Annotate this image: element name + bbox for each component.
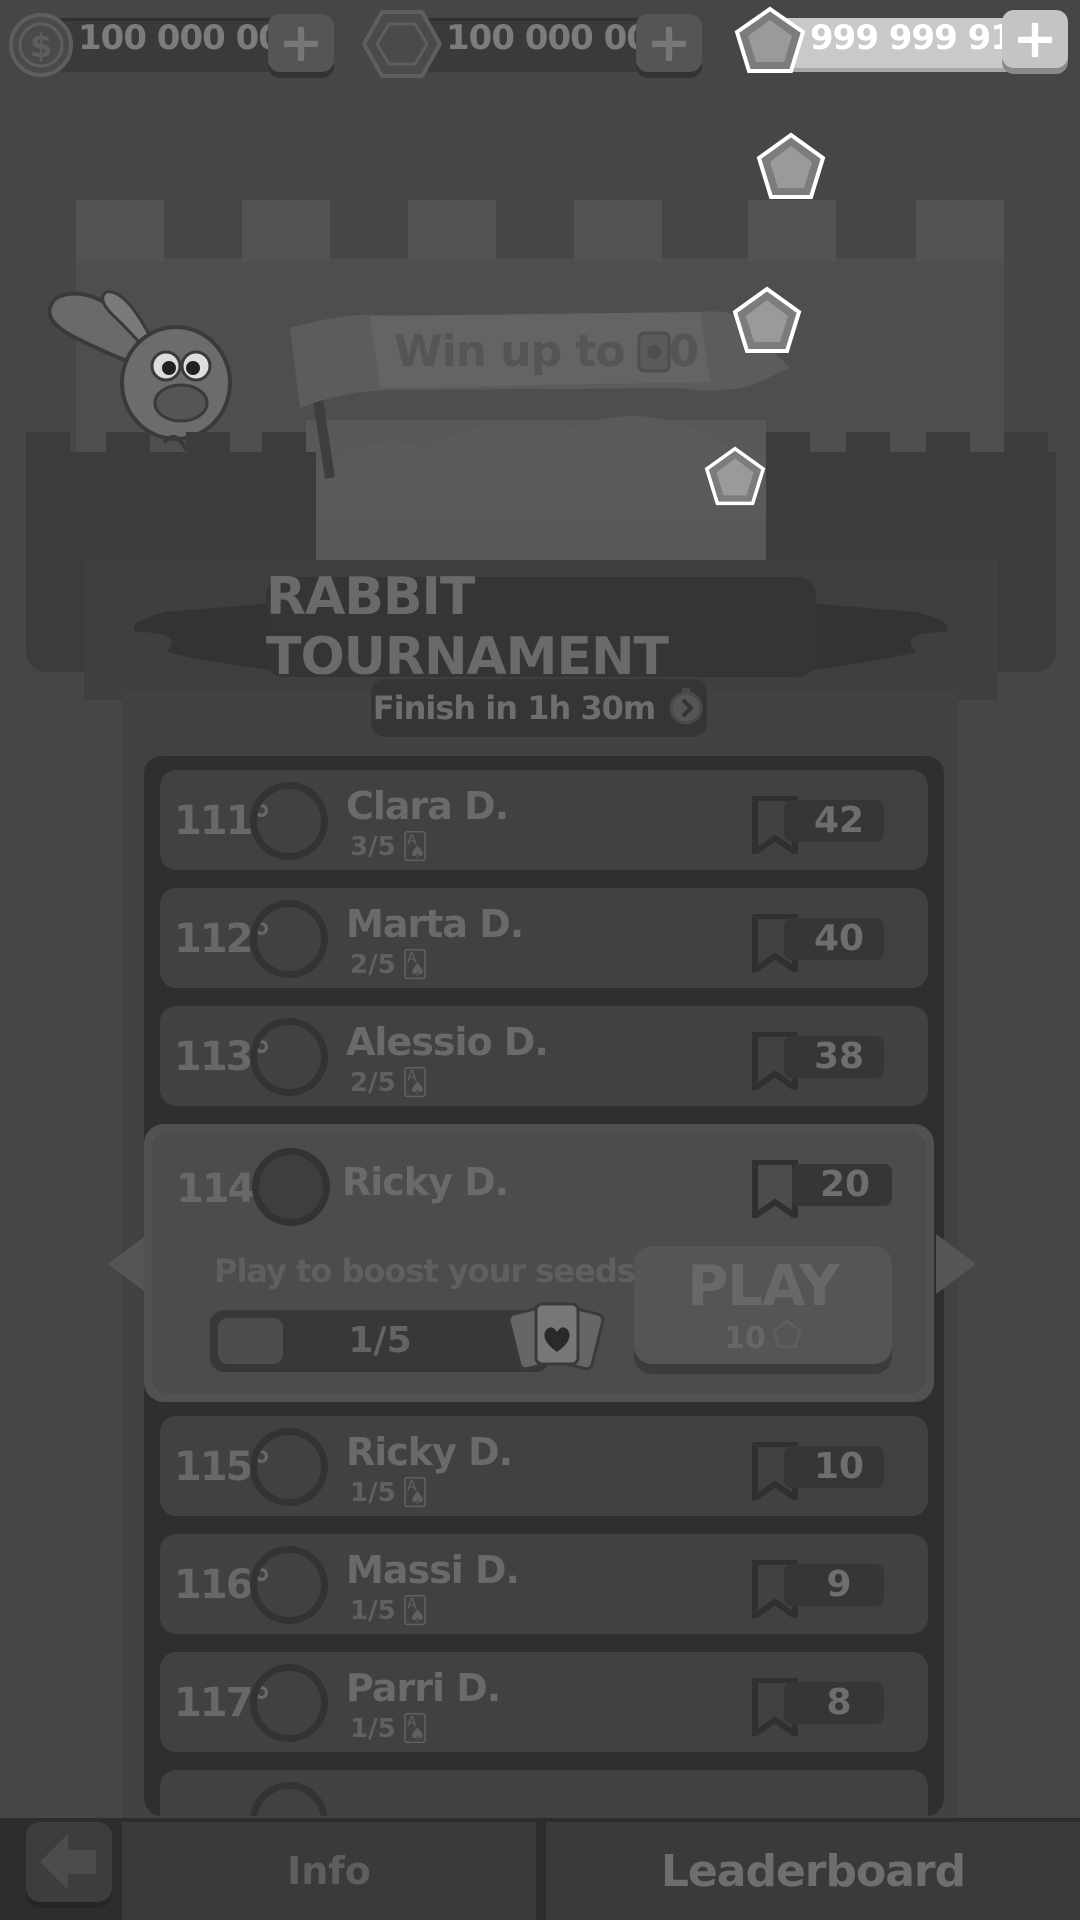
tournament-title: RABBIT TOURNAMENT <box>266 567 669 687</box>
scroll-left-arrow[interactable] <box>108 1234 148 1298</box>
gem-icon <box>704 446 766 510</box>
gem-icon <box>772 1319 802 1356</box>
play-button[interactable]: PLAY 10 <box>634 1246 892 1364</box>
tower-merlon <box>262 432 306 460</box>
play-label: PLAY <box>687 1254 839 1319</box>
player-score: 8 <box>826 1682 852 1723</box>
leaderboard-row: 113° Alessio D. 2/5 🂡 38 <box>160 1006 928 1106</box>
cards-icon <box>506 1296 606 1380</box>
back-arrow-icon <box>40 1834 96 1890</box>
player-name: Marta D. <box>346 902 524 946</box>
progress-label: 1/5 <box>348 1320 412 1361</box>
cards-icon: 🂡 <box>401 832 429 862</box>
card-icon <box>636 330 672 378</box>
player-score: 42 <box>813 800 865 841</box>
player-name: Massi D. <box>346 1548 520 1592</box>
tab-info-label: Info <box>287 1849 371 1893</box>
tower-merlon <box>186 432 230 460</box>
svg-text:$: $ <box>30 27 52 65</box>
cards-icon: 🂡 <box>401 950 429 980</box>
tower-merlon <box>846 432 890 460</box>
tower-merlon <box>1004 432 1048 460</box>
tab-leaderboard-label: Leaderboard <box>660 1845 966 1897</box>
gem-icon <box>734 6 806 78</box>
games-played: 2/5 🂡 <box>350 950 429 980</box>
leaderboard-row: 112° Marta D. 2/5 🂡 40 <box>160 888 928 988</box>
castle-merlon <box>574 200 662 262</box>
avatar <box>250 1546 328 1624</box>
tower-merlon <box>766 432 810 460</box>
avatar <box>250 782 328 860</box>
player-name: Clara D. <box>346 784 509 828</box>
gem-icon <box>732 286 802 358</box>
avatar <box>250 1664 328 1742</box>
leaderboard-row-partial <box>160 1770 928 1816</box>
player-name: Alessio D. <box>346 1020 549 1064</box>
castle-merlon <box>408 200 496 262</box>
add-coins-button[interactable]: + <box>268 14 334 72</box>
leaderboard-row: 117° Parri D. 1/5 🂡 8 <box>160 1652 928 1752</box>
timer-plate: Finish in 1h 30m <box>371 679 707 737</box>
castle-merlon <box>748 200 836 262</box>
tower-merlon <box>926 432 970 460</box>
tab-info[interactable]: Info <box>122 1822 536 1920</box>
games-played: 1/5 🂡 <box>350 1478 429 1508</box>
avatar <box>252 1148 330 1226</box>
avatar <box>250 1428 328 1506</box>
player-score: 9 <box>826 1564 852 1605</box>
leaderboard-row: 111° Clara D. 3/5 🂡 42 <box>160 770 928 870</box>
tower-merlon <box>106 432 150 460</box>
avatar <box>250 900 328 978</box>
hexagon-icon <box>361 8 443 84</box>
tower-merlon <box>26 432 70 460</box>
leaderboard-row: 115° Ricky D. 1/5 🂡 10 <box>160 1416 928 1516</box>
player-score: 40 <box>813 918 865 959</box>
current-player-score: 20 <box>819 1164 871 1205</box>
games-played: 3/5 🂡 <box>350 832 429 862</box>
gem-icon <box>756 132 826 204</box>
games-played: 2/5 🂡 <box>350 1068 429 1098</box>
player-score: 10 <box>813 1446 865 1487</box>
player-name: Parri D. <box>346 1666 501 1710</box>
scroll-right-arrow[interactable] <box>936 1234 976 1298</box>
cards-icon: 🂡 <box>401 1714 429 1744</box>
leaderboard-row: 116° Massi D. 1/5 🂡 9 <box>160 1534 928 1634</box>
cards-icon: 🂡 <box>401 1478 429 1508</box>
tournament-timer: Finish in 1h 30m <box>372 689 656 727</box>
progress-bar: 1/5 <box>210 1310 550 1372</box>
title-ribbon-right <box>796 592 956 686</box>
coin-icon: $ <box>8 12 74 82</box>
current-player-card-inner: 114° Ricky D. 20 Play to boost your seed… <box>152 1132 926 1394</box>
castle-merlon <box>76 200 164 262</box>
title-ribbon-left <box>126 592 286 686</box>
boost-hint: Play to boost your seeds! <box>214 1252 649 1290</box>
castle-merlon <box>916 200 1004 262</box>
avatar <box>250 1018 328 1096</box>
add-hexes-button[interactable]: + <box>636 14 702 72</box>
games-played: 1/5 🂡 <box>350 1714 429 1744</box>
current-player-card: 114° Ricky D. 20 Play to boost your seed… <box>144 1124 934 1402</box>
stopwatch-icon <box>667 686 705 730</box>
cards-icon: 🂡 <box>401 1596 429 1626</box>
games-played: 1/5 🂡 <box>350 1596 429 1626</box>
avatar <box>250 1782 328 1816</box>
castle-merlon <box>242 200 330 262</box>
play-cost: 10 <box>634 1319 892 1356</box>
cards-icon: 🂡 <box>401 1068 429 1098</box>
add-gems-button[interactable]: + <box>1002 10 1068 68</box>
tab-leaderboard[interactable]: Leaderboard <box>546 1822 1080 1920</box>
back-button[interactable] <box>26 1822 112 1902</box>
player-name: Ricky D. <box>346 1430 513 1474</box>
current-player-name: Ricky D. <box>342 1160 509 1204</box>
tournament-title-plate: RABBIT TOURNAMENT <box>266 567 816 687</box>
player-score: 38 <box>813 1036 865 1077</box>
